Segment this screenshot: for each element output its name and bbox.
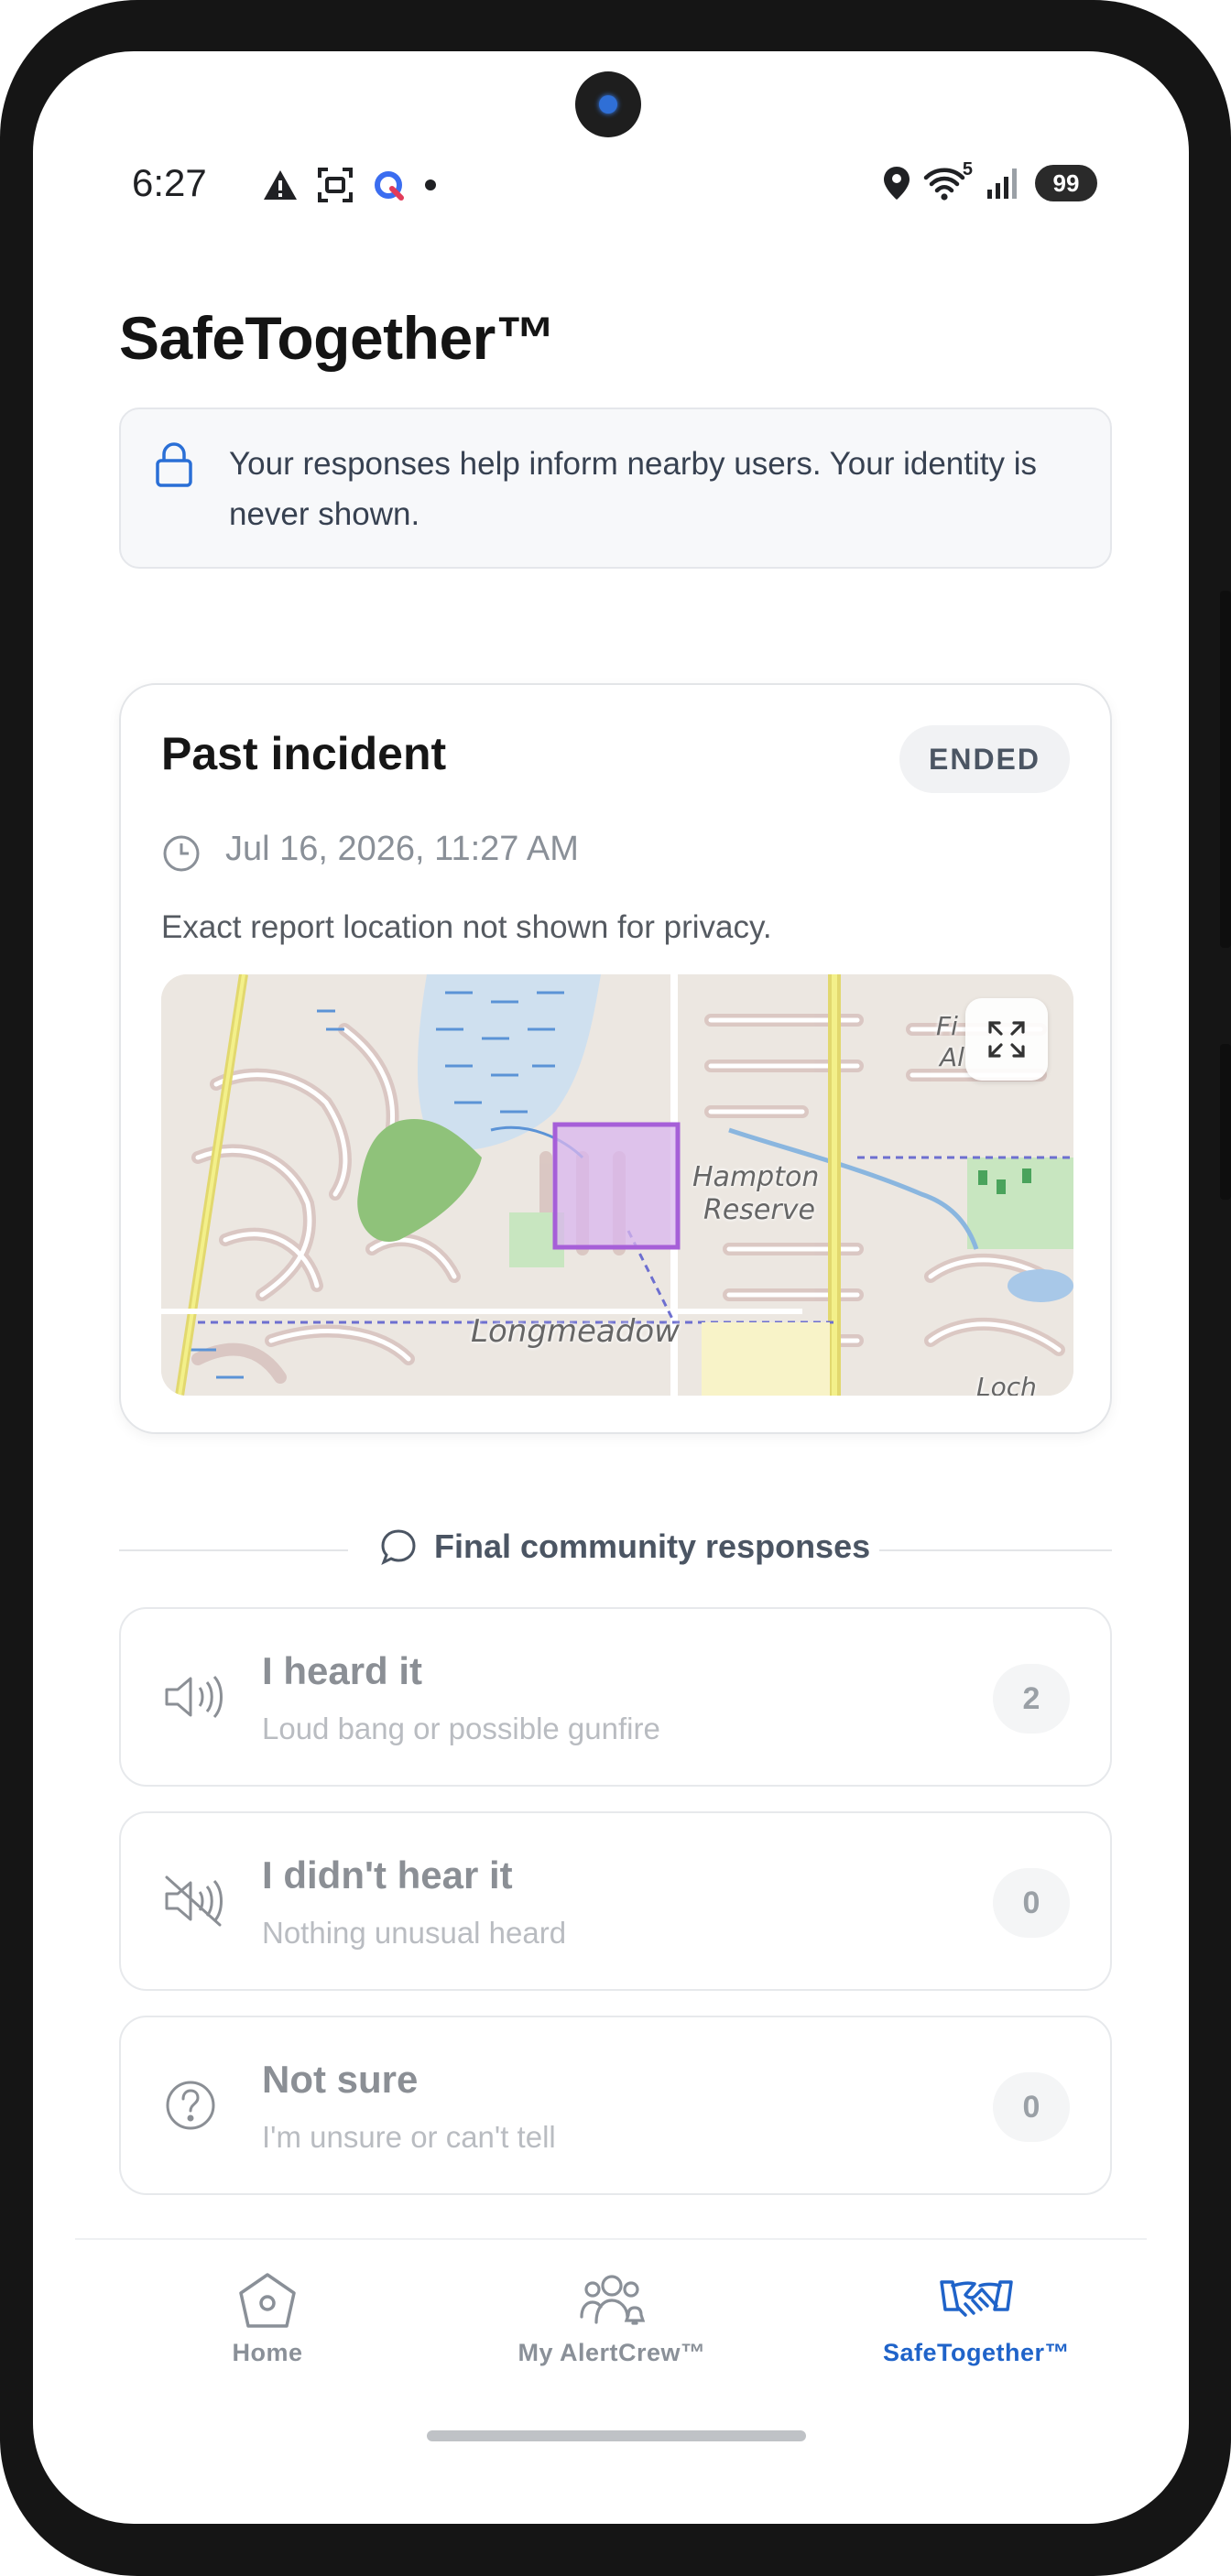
- divider-line: [879, 1549, 1112, 1551]
- status-icons-right: 5 99: [883, 159, 1097, 201]
- privacy-banner: Your responses help inform nearby users.…: [119, 408, 1112, 569]
- response-count: 2: [993, 1664, 1070, 1734]
- location-icon: [884, 167, 910, 200]
- home-icon: [239, 2273, 296, 2328]
- response-title: I heard it: [262, 1649, 423, 1692]
- front-camera: [575, 71, 641, 137]
- section-title: Final community responses: [434, 1527, 871, 1565]
- response-didnt-hear-it[interactable]: I didn't hear it Nothing unusual heard 0: [119, 1811, 1112, 1991]
- expand-map-button[interactable]: [965, 998, 1048, 1081]
- response-count: 0: [993, 2072, 1070, 2142]
- response-subtitle: Loud bang or possible gunfire: [262, 1712, 660, 1745]
- power-button: [1220, 591, 1231, 948]
- bottom-nav: Home My AlertCrew™ SafeTogether™: [75, 2238, 1147, 2412]
- page-title: SafeTogether™: [119, 304, 556, 372]
- response-subtitle: Nothing unusual heard: [262, 1916, 567, 1950]
- incident-timestamp: Jul 16, 2026, 11:27 AM: [225, 830, 579, 868]
- wifi-icon: [923, 168, 965, 201]
- expand-icon: [988, 1021, 1025, 1058]
- group-icon: [580, 2275, 646, 2325]
- lock-icon: [156, 442, 192, 487]
- incident-map[interactable]: Hampton Reserve Longmeadow Fi Al Loch: [161, 974, 1073, 1396]
- status-time: 6:27: [132, 161, 207, 204]
- map-label-area: Reserve: [703, 1194, 815, 1226]
- map-label-edge: Al: [940, 1042, 964, 1072]
- privacy-text: Your responses help inform nearby users.…: [229, 446, 1037, 532]
- screenshot-icon: [318, 168, 353, 202]
- status-bar: 6:27 5 99: [33, 159, 1189, 216]
- responses-divider: Final community responses: [119, 1527, 1112, 1571]
- location-note: Exact report location not shown for priv…: [161, 909, 772, 945]
- home-indicator[interactable]: [427, 2430, 806, 2441]
- dot-icon: [425, 179, 436, 190]
- incident-title: Past incident: [161, 728, 447, 779]
- chat-bubble-icon: [381, 1529, 416, 1566]
- status-badge: ENDED: [899, 725, 1070, 793]
- wifi-badge: 5: [962, 159, 973, 179]
- volume-button: [1220, 1044, 1231, 1200]
- clock-icon: [163, 835, 200, 872]
- wifi-indicator: 5: [923, 159, 973, 201]
- incident-card: Past incident ENDED Jul 16, 2026, 11:27 …: [119, 683, 1112, 1434]
- response-title: I didn't hear it: [262, 1853, 513, 1897]
- response-count: 0: [993, 1868, 1070, 1938]
- speaker-muted-icon: [165, 1875, 223, 1927]
- handshake-icon: [940, 2280, 1013, 2317]
- response-not-sure[interactable]: Not sure I'm unsure or can't tell 0: [119, 2016, 1112, 2195]
- response-subtitle: I'm unsure or can't tell: [262, 2120, 556, 2154]
- speaker-icon: [165, 1675, 223, 1719]
- nav-item-home[interactable]: Home: [148, 2271, 387, 2367]
- response-title: Not sure: [262, 2058, 419, 2101]
- screen: 6:27 5 99 SafeTogether™ Your responses h…: [33, 51, 1189, 2524]
- app-notification-icon: [375, 171, 404, 201]
- map-label-edge: Loch: [976, 1372, 1037, 1396]
- device-frame: 6:27 5 99 SafeTogether™ Your responses h…: [0, 0, 1231, 2576]
- nav-item-safetogether[interactable]: SafeTogether™: [857, 2271, 1095, 2367]
- nav-label: My AlertCrew™: [517, 2339, 706, 2366]
- nav-label: Home: [232, 2339, 303, 2366]
- signal-icon: [987, 168, 1017, 199]
- map-label-area: Hampton: [692, 1161, 820, 1193]
- map-label-edge: Fi: [936, 1011, 958, 1041]
- question-icon: [166, 2081, 215, 2130]
- battery-icon: 99: [1035, 165, 1097, 201]
- nav-label: SafeTogether™: [882, 2339, 1071, 2366]
- status-icons-left: [262, 167, 438, 203]
- divider-line: [119, 1549, 348, 1551]
- map-label-area: Longmeadow: [471, 1313, 680, 1350]
- response-heard-it[interactable]: I heard it Loud bang or possible gunfire…: [119, 1607, 1112, 1787]
- nav-item-alertcrew[interactable]: My AlertCrew™: [493, 2271, 731, 2367]
- warning-icon: [264, 170, 297, 200]
- divider-center: Final community responses: [379, 1527, 870, 1566]
